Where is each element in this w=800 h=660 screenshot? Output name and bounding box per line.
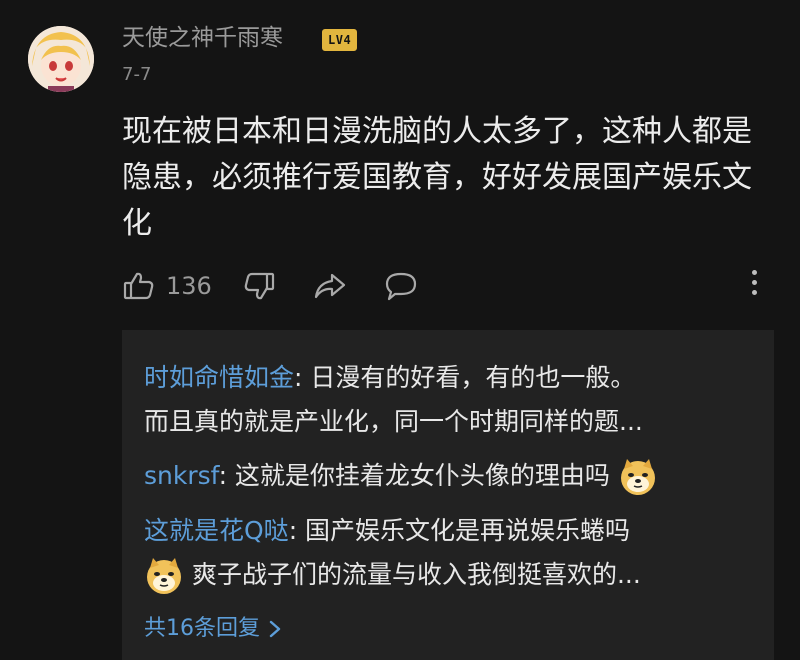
more-vertical-icon[interactable] (748, 270, 760, 300)
thumbs-up-icon (123, 272, 154, 300)
view-all-replies-link[interactable]: 共16条回复 (144, 611, 282, 647)
share-icon (314, 273, 346, 299)
reply-item[interactable]: 时如命惜如金: 日漫有的好看，有的也一般。 (144, 359, 635, 397)
reply-text: : 这就是你挂着龙女仆头像的理由吗 (218, 461, 610, 490)
reply-text: 而且真的就是产业化，同一个时期同样的题... (144, 407, 643, 436)
reply-text: 爽子战子们的流量与收入我倒挺喜欢的... (191, 560, 641, 589)
reply-item-continued: 爽子战子们的流量与收入我倒挺喜欢的... (144, 556, 641, 596)
chevron-right-icon (269, 620, 281, 638)
reply-author[interactable]: 这就是花Q哒 (144, 516, 289, 545)
like-count: 136 (166, 272, 212, 300)
reply-text: : 国产娱乐文化是再说娱乐蜷吗 (288, 516, 631, 545)
reply-item-continued: 而且真的就是产业化，同一个时期同样的题... (144, 403, 643, 441)
reply-button[interactable] (383, 264, 419, 308)
reply-author[interactable]: 时如命惜如金 (144, 363, 294, 392)
reply-item[interactable]: 这就是花Q哒: 国产娱乐文化是再说娱乐蜷吗 (144, 512, 630, 550)
reply-text: : 日漫有的好看，有的也一般。 (294, 363, 636, 392)
thumbs-down-icon (244, 272, 275, 300)
dislike-button[interactable] (242, 264, 276, 308)
replies-panel: 时如命惜如金: 日漫有的好看，有的也一般。 而且真的就是产业化，同一个时期同样的… (122, 330, 774, 660)
avatar[interactable] (28, 26, 94, 92)
share-button[interactable] (312, 264, 348, 308)
comment-date: 7-7 (122, 64, 152, 85)
level-badge: LV4 (322, 29, 358, 51)
comment-body: 现在被日本和日漫洗脑的人太多了，这种人都是 隐患，必须推行爱国教育，好好发展国产… (122, 114, 752, 241)
comment-author[interactable]: 天使之神千雨寒 (122, 22, 283, 54)
view-all-label: 共16条回复 (144, 616, 260, 641)
doge-emoji-icon (147, 558, 181, 594)
like-button[interactable]: 136 (122, 264, 212, 308)
comment-icon (385, 272, 417, 301)
reply-author[interactable]: snkrsf (144, 461, 219, 490)
reply-item[interactable]: snkrsf: 这就是你挂着龙女仆头像的理由吗 (144, 457, 658, 497)
doge-emoji-icon (620, 459, 655, 495)
